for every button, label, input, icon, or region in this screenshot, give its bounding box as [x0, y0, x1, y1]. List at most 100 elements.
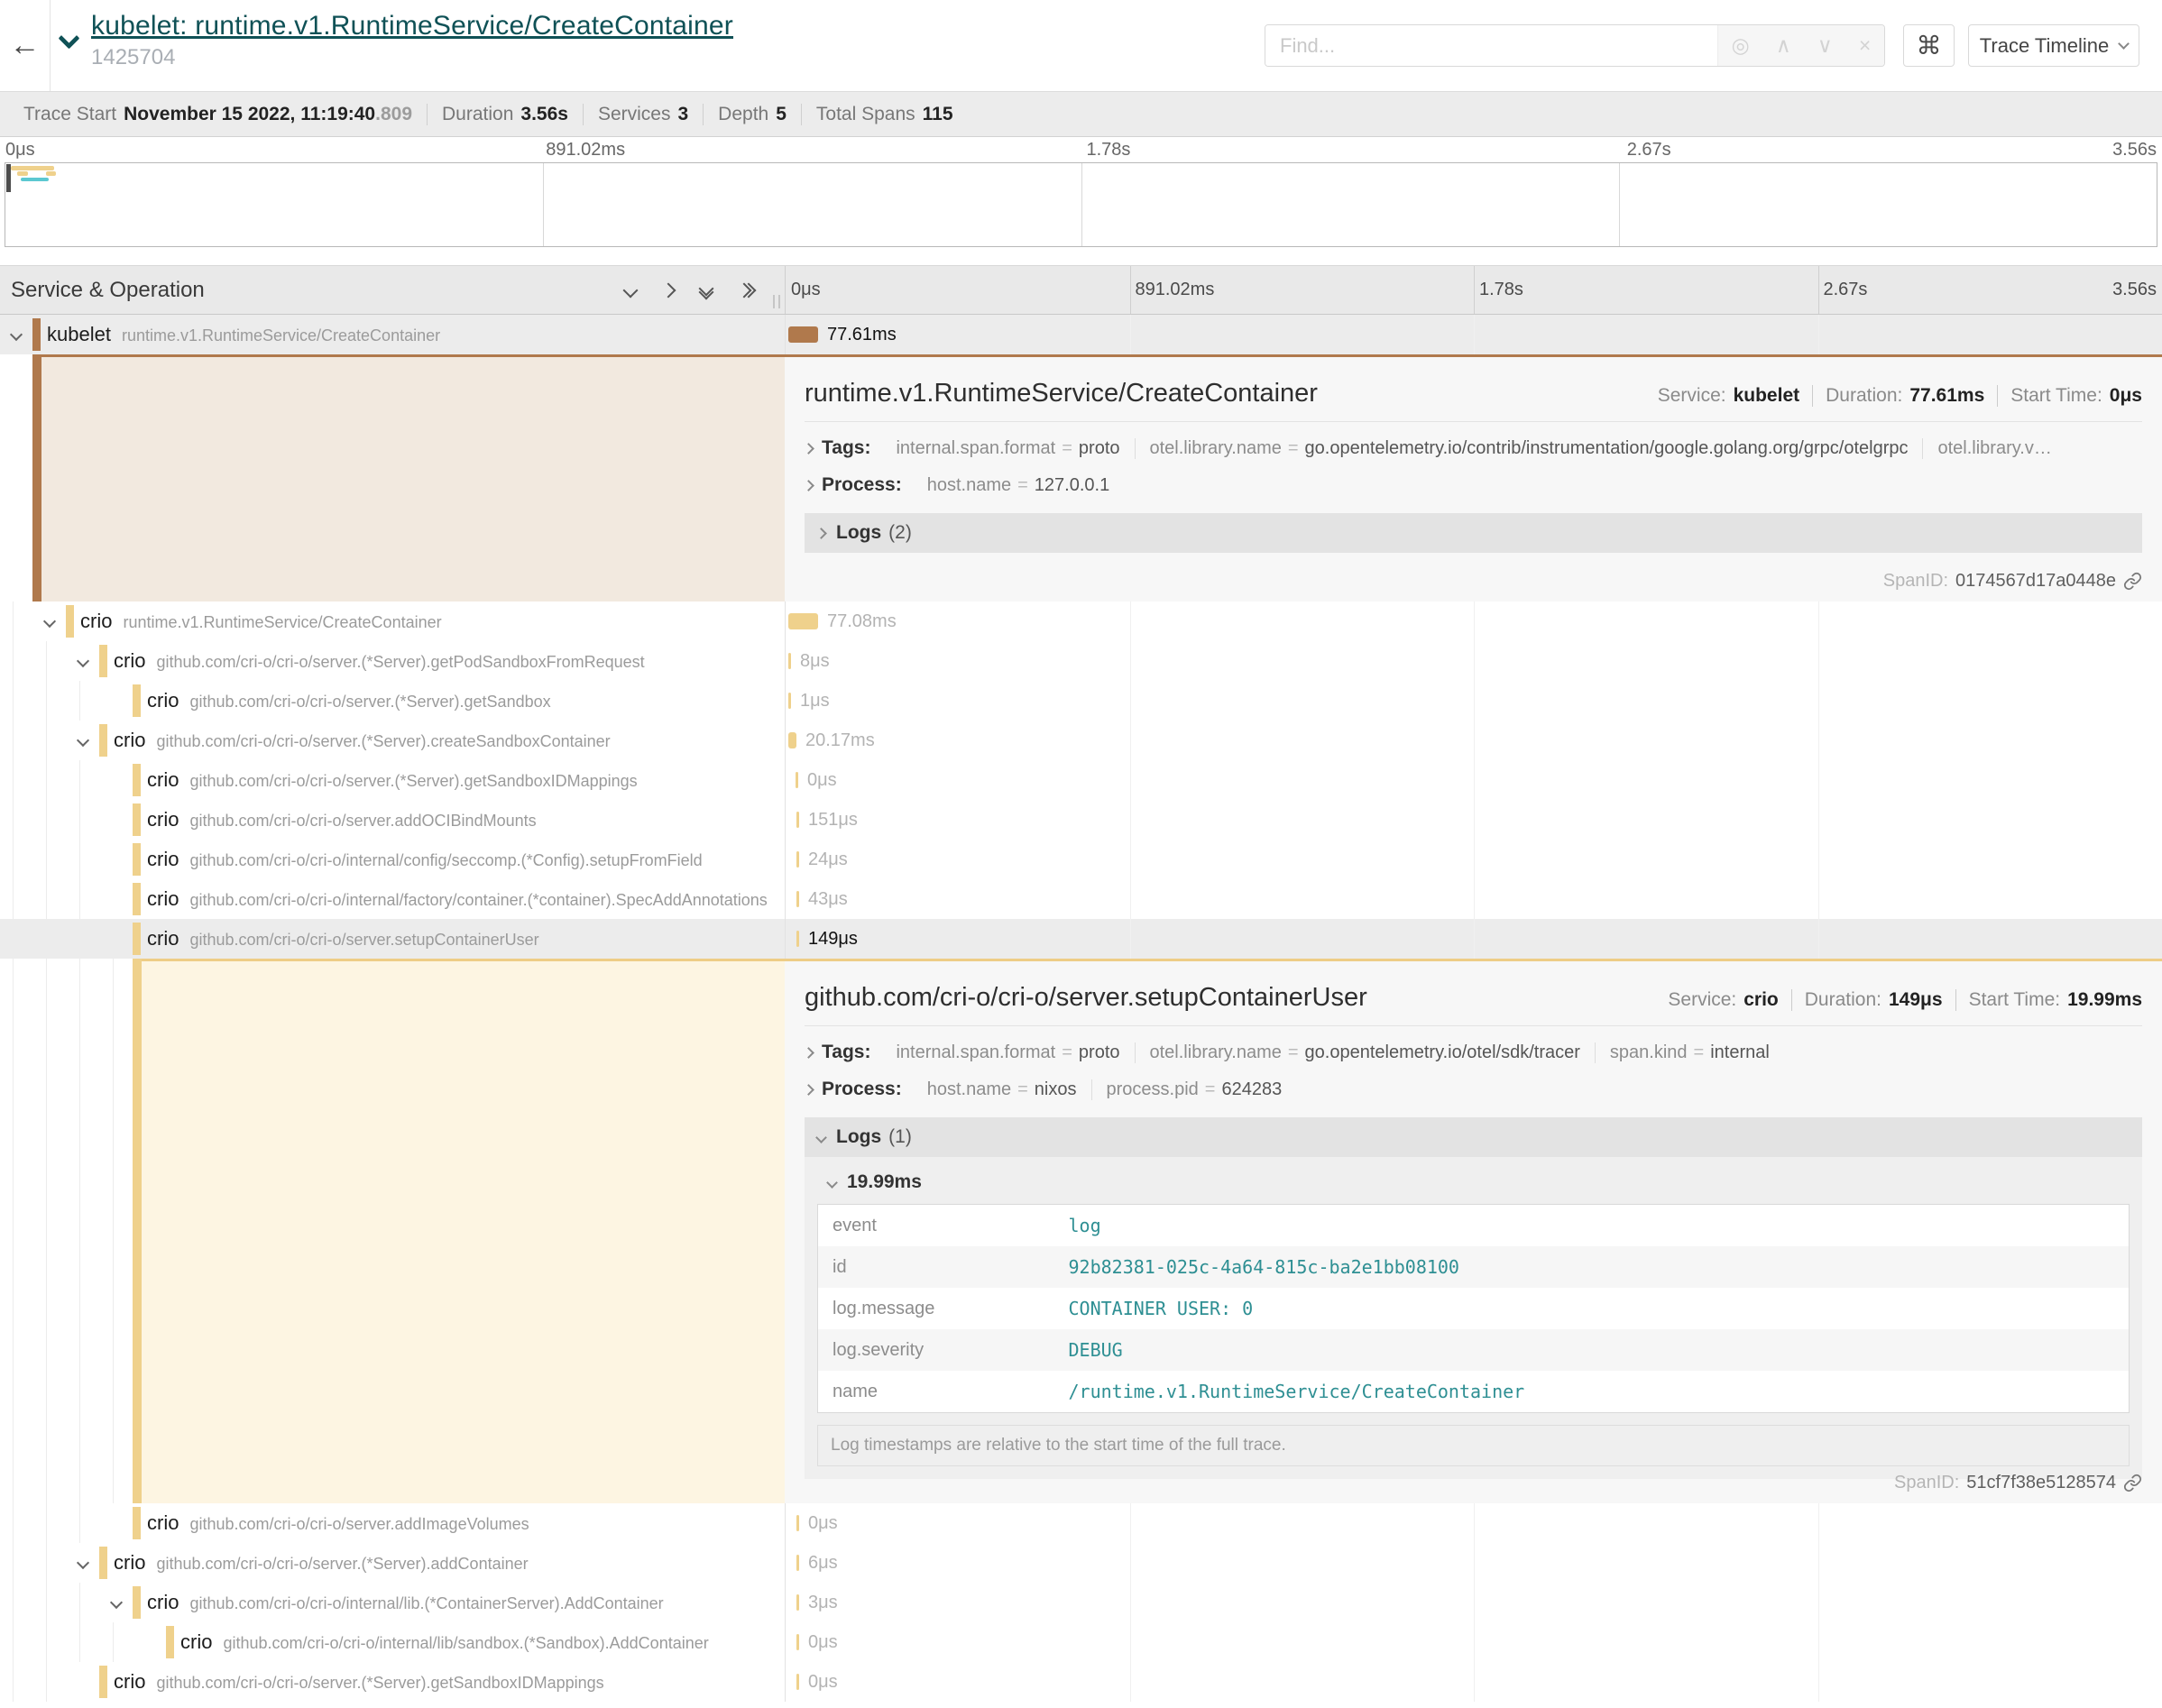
span-service: crio	[147, 689, 179, 712]
minimap-canvas[interactable]	[5, 162, 2157, 247]
process-row[interactable]: Process: host.name=nixos process.pid=624…	[805, 1079, 2142, 1100]
minimap-tick: 0μs	[5, 140, 35, 161]
span-row[interactable]: kubelet runtime.v1.RuntimeService/Create…	[0, 315, 2162, 354]
span-detail-tint	[41, 354, 785, 601]
process-row[interactable]: Process: host.name=127.0.0.1	[805, 474, 2142, 496]
span-row[interactable]: crio github.com/cri-o/cri-o/server.(*Ser…	[0, 681, 2162, 721]
span-operation: github.com/cri-o/cri-o/server.(*Server).…	[156, 1555, 528, 1574]
span-row[interactable]: crio github.com/cri-o/cri-o/internal/fac…	[0, 879, 2162, 919]
span-duration-bar[interactable]	[796, 891, 799, 907]
timeline-tick: 1.78s	[1474, 280, 1523, 300]
span-color-bar	[133, 764, 141, 796]
minimap-span-bar	[17, 171, 28, 176]
span-row[interactable]: crio github.com/cri-o/cri-o/server.(*Ser…	[0, 1543, 2162, 1583]
span-color-bar	[99, 1666, 107, 1698]
span-row[interactable]: crio github.com/cri-o/cri-o/server.(*Ser…	[0, 1662, 2162, 1702]
expand-chevron-icon[interactable]	[74, 731, 92, 749]
keyboard-shortcuts-button[interactable]: ⌘	[1903, 24, 1955, 67]
collapse-one-icon[interactable]	[623, 282, 639, 298]
trace-summary-bar: Trace StartNovember 15 2022, 11:19:40.80…	[0, 92, 2162, 137]
span-color-bar	[133, 1586, 141, 1619]
expand-all-icon[interactable]	[739, 285, 754, 296]
find-input[interactable]	[1265, 25, 1717, 66]
span-duration-label: 0μs	[808, 1513, 838, 1534]
column-resize-grip[interactable]	[773, 295, 780, 308]
span-duration-label: 20.17ms	[805, 730, 875, 751]
span-service: crio	[114, 1551, 145, 1575]
span-service: crio	[147, 848, 179, 871]
span-duration-bar[interactable]	[796, 772, 798, 788]
table-row: log.messageCONTAINER USER: 0	[818, 1288, 2130, 1329]
expand-chevron-icon[interactable]	[74, 652, 92, 670]
tags-row[interactable]: Tags: internal.span.format=proto otel.li…	[805, 437, 2142, 459]
start-time-label: Start Time:	[1969, 989, 2061, 1011]
span-duration-bar[interactable]	[796, 812, 799, 828]
span-detail-title: runtime.v1.RuntimeService/CreateContaine…	[805, 379, 1658, 409]
span-duration-bar[interactable]	[788, 653, 791, 669]
span-duration-bar[interactable]	[788, 732, 796, 748]
trace-id: 1425704	[91, 45, 733, 70]
table-row: name/runtime.v1.RuntimeService/CreateCon…	[818, 1371, 2130, 1413]
span-color-bar	[99, 724, 107, 757]
locate-icon[interactable]: ◎	[1732, 33, 1750, 58]
span-color-bar	[32, 318, 41, 351]
span-service: crio	[147, 887, 179, 911]
span-row[interactable]: crio github.com/cri-o/cri-o/server.(*Ser…	[0, 760, 2162, 800]
span-duration-bar[interactable]	[796, 931, 799, 947]
collapse-all-icon[interactable]	[701, 283, 712, 298]
chevron-down-icon	[2118, 38, 2130, 50]
minimap-span-bar	[46, 171, 56, 176]
link-icon[interactable]	[2123, 572, 2142, 591]
tags-row[interactable]: Tags: internal.span.format=proto otel.li…	[805, 1042, 2142, 1063]
logs-toggle[interactable]: Logs (2)	[805, 513, 2142, 553]
expand-chevron-icon[interactable]	[107, 1593, 125, 1612]
span-duration-bar[interactable]	[788, 613, 818, 629]
expand-chevron-icon[interactable]	[41, 612, 59, 630]
span-operation: github.com/cri-o/cri-o/internal/factory/…	[189, 891, 767, 910]
span-duration-bar[interactable]	[796, 851, 799, 868]
next-match-icon[interactable]: ∨	[1817, 33, 1833, 58]
clear-search-icon[interactable]: ×	[1859, 33, 1871, 58]
back-arrow-icon[interactable]: ←	[10, 28, 41, 63]
trace-title-link[interactable]: kubelet: runtime.v1.RuntimeService/Creat…	[91, 11, 733, 41]
service-label: Service:	[1658, 385, 1726, 407]
span-row[interactable]: crio github.com/cri-o/cri-o/internal/con…	[0, 840, 2162, 879]
back-button[interactable]: ←	[0, 0, 51, 91]
span-operation: github.com/cri-o/cri-o/server.(*Server).…	[156, 732, 610, 751]
link-icon[interactable]	[2123, 1474, 2142, 1492]
span-row[interactable]: crio github.com/cri-o/cri-o/internal/lib…	[0, 1622, 2162, 1662]
span-row[interactable]: crio github.com/cri-o/cri-o/server.(*Ser…	[0, 641, 2162, 681]
span-service: crio	[147, 1511, 179, 1535]
span-row[interactable]: crio github.com/cri-o/cri-o/server.addIm…	[0, 1503, 2162, 1543]
prev-match-icon[interactable]: ∧	[1776, 33, 1791, 58]
expand-chevron-icon[interactable]	[74, 1554, 92, 1572]
span-duration-bar[interactable]	[796, 1594, 799, 1611]
span-row[interactable]: crio github.com/cri-o/cri-o/internal/lib…	[0, 1583, 2162, 1622]
span-row[interactable]: crio runtime.v1.RuntimeService/CreateCon…	[0, 601, 2162, 641]
span-service: crio	[114, 729, 145, 752]
span-duration-bar[interactable]	[796, 1515, 799, 1531]
span-duration-bar[interactable]	[788, 326, 818, 343]
chevron-right-icon	[815, 528, 827, 539]
trace-view-selector[interactable]: Trace Timeline	[1968, 24, 2139, 67]
logs-toggle[interactable]: Logs (1)	[805, 1117, 2142, 1157]
span-row[interactable]: crio github.com/cri-o/cri-o/server.setup…	[0, 919, 2162, 959]
span-duration-bar[interactable]	[796, 1634, 799, 1650]
duration-label: Duration:	[1805, 989, 1881, 1011]
timeline-tick: 0μs	[791, 280, 821, 300]
span-duration-bar[interactable]	[796, 1674, 799, 1690]
minimap-span-bar	[11, 166, 54, 170]
span-row[interactable]: crio github.com/cri-o/cri-o/server.(*Ser…	[0, 721, 2162, 760]
span-duration-bar[interactable]	[796, 1555, 799, 1571]
trace-total-spans: Total Spans115	[801, 104, 968, 125]
table-row: eventlog	[818, 1205, 2130, 1247]
log-fields-table: eventlog id92b82381-025c-4a64-815c-ba2e1…	[817, 1204, 2130, 1413]
expand-chevron-icon[interactable]	[7, 326, 25, 344]
span-duration-bar[interactable]	[788, 693, 791, 709]
trace-start: Trace StartNovember 15 2022, 11:19:40.80…	[9, 104, 427, 125]
span-row[interactable]: crio github.com/cri-o/cri-o/server.addOC…	[0, 800, 2162, 840]
collapse-header-chevron-icon[interactable]	[58, 27, 79, 49]
expand-one-icon[interactable]	[661, 282, 676, 298]
log-entry-toggle[interactable]: 19.99ms	[817, 1171, 2130, 1193]
span-service: crio	[147, 927, 179, 950]
